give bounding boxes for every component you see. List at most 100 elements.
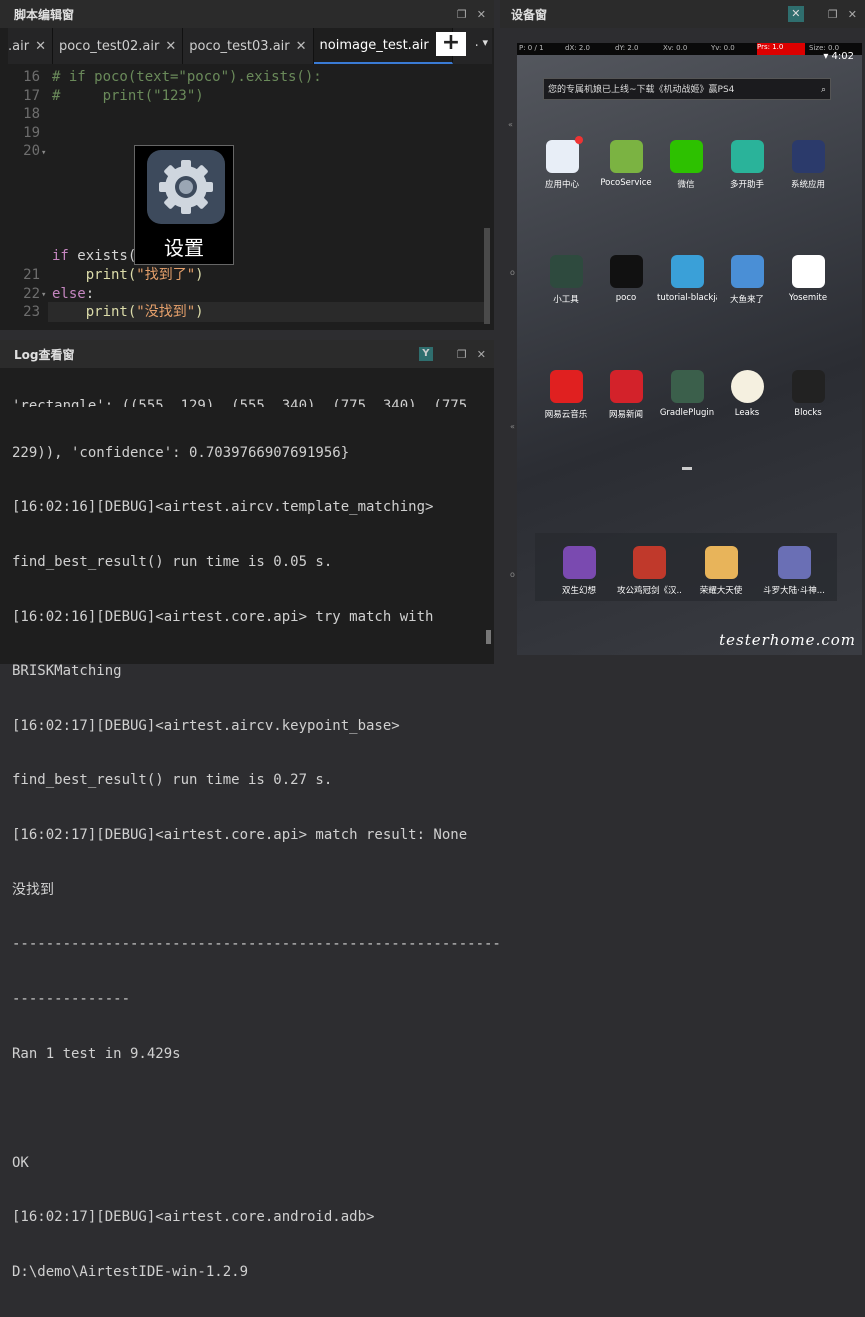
code-text: print( bbox=[52, 304, 137, 320]
app-icon[interactable]: 双生幻想 bbox=[547, 546, 611, 596]
app-icon[interactable]: 网易新闻 bbox=[596, 370, 656, 420]
blocks-icon bbox=[791, 370, 825, 403]
multi-open-icon bbox=[730, 140, 764, 173]
app-center-icon bbox=[545, 136, 583, 173]
edge-marker: « bbox=[508, 120, 513, 129]
log-scrollbar[interactable] bbox=[486, 630, 491, 644]
app-icon[interactable]: 网易云音乐 bbox=[536, 370, 596, 420]
gear-icon bbox=[147, 150, 225, 224]
game-icon bbox=[632, 546, 666, 579]
log-line: [16:02:16][DEBUG]<airtest.core.api> try … bbox=[12, 608, 434, 625]
tooltip-label: 设置 bbox=[164, 236, 204, 260]
script-editor-panel: 脚本编辑窗 ❐ ✕ .air ✕ poco_test02.air ✕ poco_te… bbox=[0, 0, 494, 330]
tab-label: poco_test03.air bbox=[189, 38, 290, 54]
debug-dy: dY: 2.0 bbox=[615, 44, 639, 52]
log-line: D:\demo\AirtestIDE-win-1.2.9 bbox=[12, 1263, 249, 1280]
android-icon bbox=[609, 140, 643, 173]
log-output[interactable]: 'rectangle': ((555, 129), (555, 340), (7… bbox=[12, 370, 501, 1317]
new-tab-button[interactable]: + bbox=[436, 32, 466, 56]
log-line: [16:02:16][DEBUG]<airtest.aircv.template… bbox=[12, 499, 434, 516]
app-icon[interactable]: 微信 bbox=[656, 140, 716, 190]
close-icon[interactable]: ✕ bbox=[477, 8, 486, 21]
shark-icon bbox=[730, 255, 764, 288]
restore-icon[interactable]: ❐ bbox=[457, 8, 467, 21]
chevron-down-icon[interactable]: ▾ bbox=[482, 36, 488, 49]
app-icon[interactable]: Blocks bbox=[778, 370, 838, 418]
tab-poco-test02[interactable]: poco_test02.air ✕ bbox=[53, 28, 184, 64]
search-bar[interactable]: 您的专属机娘已上线~下载《机动战姬》赢PS4 ⌕ bbox=[543, 78, 831, 100]
tab-dot: · bbox=[474, 38, 479, 54]
code-line: # if poco(text="poco").exists(): bbox=[52, 69, 322, 85]
app-icon[interactable]: 应用中心 bbox=[532, 136, 592, 190]
app-icon[interactable]: 攻公鸡冠剑《汉... bbox=[617, 546, 681, 596]
tab-label: .air bbox=[8, 38, 30, 54]
game-character-icon bbox=[670, 255, 704, 288]
restore-icon[interactable]: ❐ bbox=[457, 348, 467, 361]
editor-scrollbar[interactable] bbox=[484, 228, 490, 324]
app-icon[interactable]: 斗罗大陆·斗神... bbox=[762, 546, 826, 596]
tab-noimage-test[interactable]: noimage_test.air✕ bbox=[313, 28, 453, 64]
clock: ▾ 4:02 bbox=[823, 51, 854, 62]
debug-dx: dX: 2.0 bbox=[565, 44, 590, 52]
watermark: testerhome.com bbox=[719, 631, 856, 649]
app-icon[interactable]: 多开助手 bbox=[717, 140, 777, 190]
app-icon[interactable]: 系统应用 bbox=[778, 140, 838, 190]
tab-label: poco_test02.air bbox=[58, 38, 160, 54]
app-icon[interactable]: 荣耀大天使 bbox=[689, 546, 753, 596]
tab-close-icon[interactable]: ✕ bbox=[296, 39, 307, 54]
fold-icon[interactable]: ▾ bbox=[41, 286, 46, 305]
tab-air[interactable]: .air ✕ bbox=[8, 28, 53, 64]
app-label: Leaks bbox=[734, 408, 760, 418]
app-label: 网易新闻 bbox=[608, 410, 643, 420]
app-icon[interactable]: 大鱼来了 bbox=[717, 255, 777, 305]
app-icon[interactable]: PocoService bbox=[596, 140, 656, 188]
restore-icon[interactable]: ❐ bbox=[828, 8, 838, 21]
tab-close-icon[interactable]: ✕ bbox=[35, 39, 46, 54]
search-icon[interactable]: ⌕ bbox=[821, 79, 826, 99]
app-label: 双生幻想 bbox=[561, 586, 596, 596]
netease-news-icon bbox=[609, 370, 643, 403]
app-icon[interactable]: Yosemite bbox=[778, 255, 838, 303]
edge-marker: o bbox=[510, 268, 515, 277]
log-line: OK bbox=[12, 1154, 29, 1171]
app-icon[interactable]: Leaks bbox=[717, 370, 777, 418]
log-line: BRISKMatching bbox=[12, 663, 122, 680]
app-icon[interactable]: GradlePlugin bbox=[657, 370, 717, 418]
app-label: 攻公鸡冠剑《汉... bbox=[617, 586, 681, 596]
close-icon[interactable]: ✕ bbox=[477, 348, 486, 361]
close-icon[interactable]: ✕ bbox=[848, 8, 857, 21]
app-icon[interactable]: tutorial-blackja... bbox=[657, 255, 717, 303]
app-icon[interactable]: 小工具 bbox=[536, 255, 596, 305]
log-panel: Log查看窗 Y ❐ ✕ 'rectangle': ((555, 129), (… bbox=[0, 340, 501, 1280]
code-text: : bbox=[85, 285, 95, 302]
game-icon bbox=[562, 546, 596, 579]
wechat-icon bbox=[669, 140, 703, 173]
log-line: Ran 1 test in 9.429s bbox=[12, 1045, 181, 1062]
fold-icon[interactable]: ▾ bbox=[41, 144, 46, 163]
app-label: tutorial-blackja... bbox=[657, 293, 717, 303]
app-label: PocoService bbox=[600, 178, 652, 188]
code-text: ) bbox=[195, 304, 204, 320]
netease-music-icon bbox=[549, 370, 583, 403]
log-line: [16:02:17][DEBUG]<airtest.core.api> matc… bbox=[12, 827, 468, 844]
device-panel-title: 设备窗 bbox=[511, 7, 548, 22]
image-preview-tooltip: 设置 bbox=[134, 145, 234, 265]
tab-poco-test03[interactable]: poco_test03.air ✕ bbox=[183, 28, 314, 64]
tab-close-icon[interactable]: ✕ bbox=[165, 39, 176, 54]
app-label: 大鱼来了 bbox=[729, 295, 764, 305]
app-icon[interactable]: poco bbox=[596, 255, 656, 303]
app-label: Blocks bbox=[794, 408, 822, 418]
keyword: else bbox=[52, 285, 86, 302]
device-screen[interactable]: P: 0 / 1 dX: 2.0 dY: 2.0 Xv: 0.0 Yv: 0.0… bbox=[517, 43, 862, 655]
device-panel-header: 设备窗 ✕ ❐ ✕ bbox=[500, 0, 865, 28]
app-label: 斗罗大陆·斗神... bbox=[763, 586, 825, 596]
code-text: exists( bbox=[68, 248, 137, 264]
code-editor[interactable]: 16 # if poco(text="poco").exists(): 17 #… bbox=[8, 64, 484, 326]
log-line: [16:02:17][DEBUG]<airtest.core.android.a… bbox=[12, 1209, 375, 1226]
tools-icon[interactable]: ✕ bbox=[787, 6, 804, 22]
line-number: 17 bbox=[23, 87, 40, 104]
code-line: print("找到了") bbox=[52, 266, 204, 285]
app-label: Yosemite bbox=[788, 293, 828, 303]
edge-marker: « bbox=[510, 422, 515, 431]
filter-icon[interactable]: Y bbox=[418, 347, 433, 361]
